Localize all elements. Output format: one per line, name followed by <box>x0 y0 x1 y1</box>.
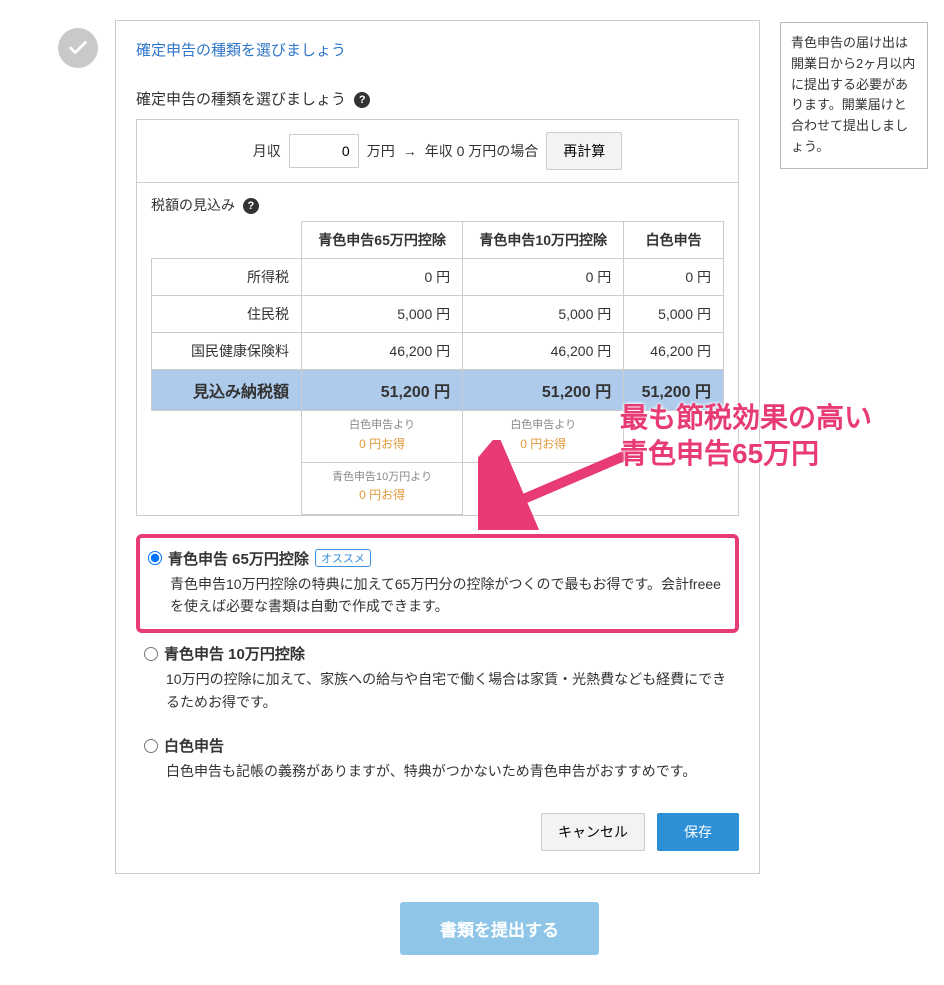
table-row: 国民健康保険料 46,200 円 46,200 円 46,200 円 <box>152 333 724 370</box>
table-row: 所得税 0 円 0 円 0 円 <box>152 259 724 296</box>
tax-table-section: 税額の見込み ? 青色申告65万円控除 青色申告10万円控除 白色申告 <box>137 182 738 515</box>
monthly-label: 月収 <box>253 141 281 161</box>
table-row-total: 見込み納税額 51,200 円 51,200 円 51,200 円 <box>152 370 724 411</box>
recommended-badge: オススメ <box>315 549 371 567</box>
savings-row: 白色申告より 0 円お得 白色申告より 0 円お得 <box>152 411 724 463</box>
option-white[interactable]: 白色申告 白色申告も記帳の義務がありますが、特典がつかないため青色申告がおすすめ… <box>136 725 739 794</box>
option-desc: 白色申告も記帳の義務がありますが、特典がつかないため青色申告がおすすめです。 <box>144 760 731 782</box>
submit-documents-button[interactable]: 書類を提出する <box>400 902 599 955</box>
save-button[interactable]: 保存 <box>657 813 739 851</box>
filing-options: 青色申告 65万円控除 オススメ 青色申告10万円控除の特典に加えて65万円分の… <box>136 534 739 795</box>
section-label: 確定申告の種類を選びましょう ? <box>136 88 739 109</box>
option-blue-10[interactable]: 青色申告 10万円控除 10万円の控除に加えて、家族への給与や自宅で働く場合は家… <box>136 633 739 725</box>
tax-table: 青色申告65万円控除 青色申告10万円控除 白色申告 所得税 0 円 0 円 0… <box>151 221 724 515</box>
yearly-label: 年収 0 万円の場合 <box>425 141 539 161</box>
savings-row: 青色申告10万円より 0 円お得 <box>152 462 724 514</box>
option-title: 青色申告 10万円控除 <box>164 643 305 664</box>
panel-actions: キャンセル 保存 <box>136 813 739 851</box>
option-desc: 青色申告10万円控除の特典に加えて65万円分の控除がつくので最もお得です。会計f… <box>148 573 727 618</box>
arrow-label: → <box>403 143 417 159</box>
submit-wrap: 書類を提出する <box>55 902 944 955</box>
savings-cell: 青色申告10万円より 0 円お得 <box>302 462 463 514</box>
option-title: 白色申告 <box>164 735 224 756</box>
table-row: 住民税 5,000 円 5,000 円 5,000 円 <box>152 296 724 333</box>
tax-estimate-box: 月収 万円 → 年収 0 万円の場合 再計算 税額の見込み ? 青色申告65万円… <box>136 119 739 516</box>
savings-cell: 白色申告より 0 円お得 <box>302 411 463 463</box>
radio-white[interactable] <box>144 739 158 753</box>
info-tooltip: 青色申告の届け出は開業日から2ヶ月以内に提出する必要があります。開業届けと合わせ… <box>780 22 928 169</box>
radio-blue-65[interactable] <box>148 551 162 565</box>
col-header: 白色申告 <box>624 222 724 259</box>
tax-type-panel: 確定申告の種類を選びましょう 確定申告の種類を選びましょう ? 月収 万円 → … <box>115 20 760 874</box>
radio-blue-10[interactable] <box>144 647 158 661</box>
step-complete-icon <box>58 28 98 68</box>
help-icon[interactable]: ? <box>354 92 370 108</box>
option-title: 青色申告 65万円控除 <box>168 548 309 569</box>
cancel-button[interactable]: キャンセル <box>541 813 645 851</box>
income-calc-row: 月収 万円 → 年収 0 万円の場合 再計算 <box>137 120 738 182</box>
col-header: 青色申告10万円控除 <box>463 222 624 259</box>
option-blue-65[interactable]: 青色申告 65万円控除 オススメ 青色申告10万円控除の特典に加えて65万円分の… <box>136 534 739 634</box>
savings-cell: 白色申告より 0 円お得 <box>463 411 624 463</box>
panel-title: 確定申告の種類を選びましょう <box>136 39 739 60</box>
option-desc: 10万円の控除に加えて、家族への給与や自宅で働く場合は家賃・光熱費なども経費にで… <box>144 668 731 713</box>
unit-label: 万円 <box>367 141 395 161</box>
help-icon[interactable]: ? <box>243 198 259 214</box>
recalc-button[interactable]: 再計算 <box>546 132 622 170</box>
col-header: 青色申告65万円控除 <box>302 222 463 259</box>
tax-table-label: 税額の見込み ? <box>151 195 724 215</box>
monthly-income-input[interactable] <box>289 134 359 168</box>
